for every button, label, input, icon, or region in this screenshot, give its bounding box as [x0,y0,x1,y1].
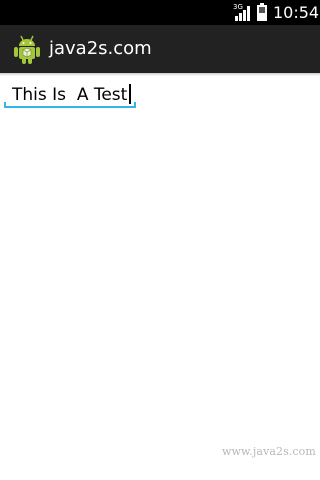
text-input-text: This Is A Test [12,85,128,105]
screen: 3G 10:54 java2s.com This Is A Test www.j… [0,0,320,480]
text-cursor [129,84,131,104]
text-input-underline-right-tick [134,102,136,108]
app-title: java2s.com [49,38,152,59]
clock: 10:54 [273,3,320,22]
signal-icon [235,6,250,21]
battery-icon [257,3,267,21]
action-bar-shadow [0,73,320,76]
text-input-value[interactable]: This Is A Test [12,84,131,105]
android-icon[interactable] [13,33,41,65]
watermark: www.java2s.com [222,445,316,458]
status-bar: 3G 10:54 [0,0,320,25]
action-bar [0,25,320,73]
text-input[interactable]: This Is A Test [4,80,136,109]
text-input-underline [4,106,136,108]
text-input-underline-left-tick [4,102,6,108]
